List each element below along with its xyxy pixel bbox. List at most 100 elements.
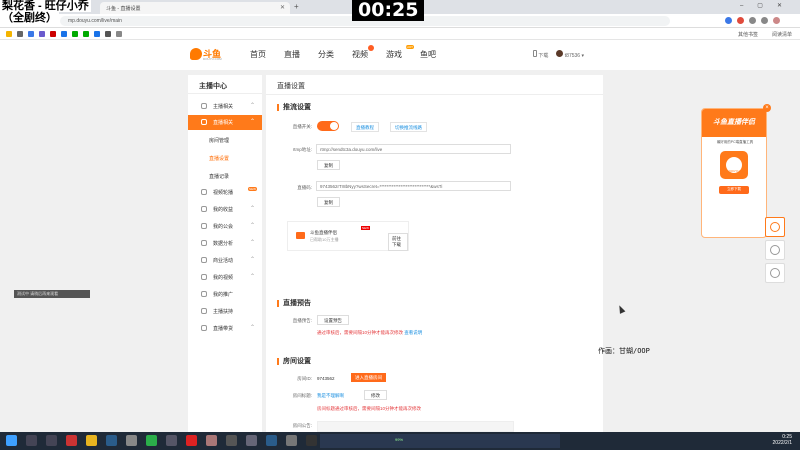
steam-icon[interactable] — [266, 435, 277, 446]
app-side-button[interactable] — [765, 263, 785, 283]
bookmarks-right: 其他书签 阅读清单 — [738, 31, 792, 38]
sidebar-item-guild[interactable]: 我的公会 ⌃ — [188, 219, 262, 234]
extension-icon[interactable] — [749, 17, 756, 24]
app-icon[interactable] — [226, 435, 237, 446]
app-icon[interactable] — [286, 435, 297, 446]
code-label: 直播码: — [297, 185, 312, 190]
page-title: 直播设置 — [277, 83, 305, 90]
browser-tab[interactable]: 斗鱼 - 直播设置 ✕ — [100, 2, 290, 14]
preview-label: 直播预告: — [292, 318, 312, 323]
sidebar-item-earnings[interactable]: 我的收益 ⌃ — [188, 202, 262, 217]
room-notice-textarea[interactable] — [317, 421, 514, 432]
app-icon[interactable] — [246, 435, 257, 446]
system-clock[interactable]: 0:25 2022/2/1 — [773, 434, 792, 446]
copy-rtmp-button[interactable]: 复制 — [317, 160, 340, 170]
sidebar-item-support[interactable]: 主播扶持 — [188, 304, 262, 319]
profile-icon[interactable] — [773, 17, 780, 24]
nav-game[interactable]: 游戏 HOT — [386, 45, 414, 60]
hot-badge: HOT — [405, 45, 414, 49]
window-controls[interactable]: –▢✕ — [740, 2, 796, 9]
nav-live[interactable]: 直播 — [284, 49, 300, 60]
close-icon[interactable]: × — [763, 104, 771, 112]
reading-list[interactable]: 阅读清单 — [772, 31, 792, 38]
rtmp-label: rtmp地址: — [292, 147, 312, 152]
extension-icon[interactable] — [761, 17, 768, 24]
app-name: DOUYU — [728, 169, 740, 173]
taskview-icon[interactable] — [46, 435, 57, 446]
stream-code-input[interactable]: 9743562rTr8bNyy?wsSecret=***************… — [316, 181, 511, 191]
bookmark-icon[interactable] — [17, 31, 23, 37]
megaphone-icon — [201, 291, 207, 297]
bookmark-icon[interactable] — [72, 31, 78, 37]
left-caption-overlay: 测试中 请稍后再来观看 — [14, 290, 90, 298]
room-id-label: 房间ID: — [297, 376, 312, 381]
windows-icon[interactable] — [6, 435, 17, 446]
chevron-icon: ⌃ — [249, 274, 255, 280]
extension-icon[interactable] — [725, 17, 732, 24]
edit-title-button[interactable]: 修改 — [364, 390, 387, 400]
bookmark-icon[interactable] — [94, 31, 100, 37]
home-side-button[interactable] — [765, 240, 785, 260]
sidebar-item-anchor[interactable]: 主播相关 ⌃ — [188, 99, 262, 114]
nav-home[interactable]: 首页 — [250, 49, 266, 60]
sidebar-sub-live-settings[interactable]: 直播设置 — [209, 155, 229, 162]
search-icon[interactable] — [26, 435, 37, 446]
close-icon[interactable]: ✕ — [280, 4, 285, 11]
download-companion-button[interactable]: 前往下载 — [388, 233, 408, 251]
app-icon[interactable] — [166, 435, 177, 446]
ad-desc: 最好用的PC端直播工具 — [716, 140, 754, 144]
nav-category[interactable]: 分类 — [318, 49, 334, 60]
bookmark-icon[interactable] — [28, 31, 34, 37]
sidebar-item-analytics[interactable]: 数据分析 ⌃ — [188, 236, 262, 251]
sidebar-sub-live-record[interactable]: 直播记录 — [209, 173, 229, 180]
sidebar-item-my-videos[interactable]: 我的视频 ⌃ — [188, 270, 262, 285]
extension-icon[interactable] — [737, 17, 744, 24]
wechat-icon[interactable] — [146, 435, 157, 446]
douyu-logo[interactable]: 斗鱼 DOUYU.COM — [190, 46, 226, 64]
sidebar-item-promotion[interactable]: 我的推广 — [188, 287, 262, 302]
play-side-button[interactable] — [765, 217, 785, 237]
app-icon[interactable] — [206, 435, 217, 446]
sidebar-item-video-carousel[interactable]: 视频轮播 NEW — [188, 185, 262, 200]
sidebar-sub-room[interactable]: 房间管理 — [209, 137, 229, 144]
bookmark-icon[interactable] — [105, 31, 111, 37]
copy-code-button[interactable]: 复制 — [317, 197, 340, 207]
tutorial-button[interactable]: 直播教程 — [351, 122, 379, 132]
app-icon[interactable] — [66, 435, 77, 446]
nav-fishbar[interactable]: 鱼吧 — [420, 49, 436, 60]
chevron-icon: ⌃ — [249, 206, 255, 212]
bookmark-icon[interactable] — [6, 31, 12, 37]
rtmp-address-input[interactable]: rtmp://sendtc3a.douyu.com/live — [316, 144, 511, 154]
bookmark-icon[interactable] — [61, 31, 67, 37]
new-tab-icon[interactable]: + — [294, 2, 299, 11]
nav-video[interactable]: 视频 — [352, 45, 374, 60]
bookmark-icon[interactable] — [50, 31, 56, 37]
user-menu[interactable]: t87536 ▾ — [556, 50, 584, 59]
obs-icon[interactable] — [306, 435, 317, 446]
other-bookmarks[interactable]: 其他书签 — [738, 31, 758, 38]
sidebar-item-commerce[interactable]: 直播带货 ⌃ — [188, 321, 262, 336]
netease-icon[interactable] — [186, 435, 197, 446]
companion-ad[interactable]: 斗鱼直播伴侣 最好用的PC端直播工具 DOUYU 立即下载 — [701, 108, 767, 238]
chevron-icon: ⌃ — [249, 223, 255, 229]
bookmark-icon[interactable] — [39, 31, 45, 37]
preview-info-link[interactable]: 查看说明 — [404, 330, 422, 335]
section-stream-settings: 推流设置 — [277, 104, 311, 111]
app-icon[interactable] — [126, 435, 137, 446]
sidebar-item-business[interactable]: 商业活动 ⌃ — [188, 253, 262, 268]
steam-icon[interactable] — [106, 435, 117, 446]
download-link[interactable]: 下载 — [533, 50, 548, 59]
bookmark-icon[interactable] — [116, 31, 122, 37]
live-switch-toggle[interactable] — [317, 121, 339, 131]
support-icon — [201, 308, 207, 314]
chrome-icon[interactable] — [86, 435, 97, 446]
enter-room-button[interactable]: 进入直播房间 — [351, 373, 386, 382]
bookmark-icon[interactable] — [83, 31, 89, 37]
sidebar-item-live[interactable]: 直播相关 ⌃ — [188, 115, 262, 130]
switch-line-button[interactable]: 切换推流线路 — [390, 122, 427, 132]
ad-title: 斗鱼直播伴侣 — [702, 109, 766, 137]
ad-download-button[interactable]: 立即下载 — [719, 186, 749, 194]
guild-icon — [201, 223, 207, 229]
set-preview-button[interactable]: 设置预告 — [317, 315, 349, 325]
promo-title: 斗鱼直播伴侣 — [310, 230, 337, 235]
